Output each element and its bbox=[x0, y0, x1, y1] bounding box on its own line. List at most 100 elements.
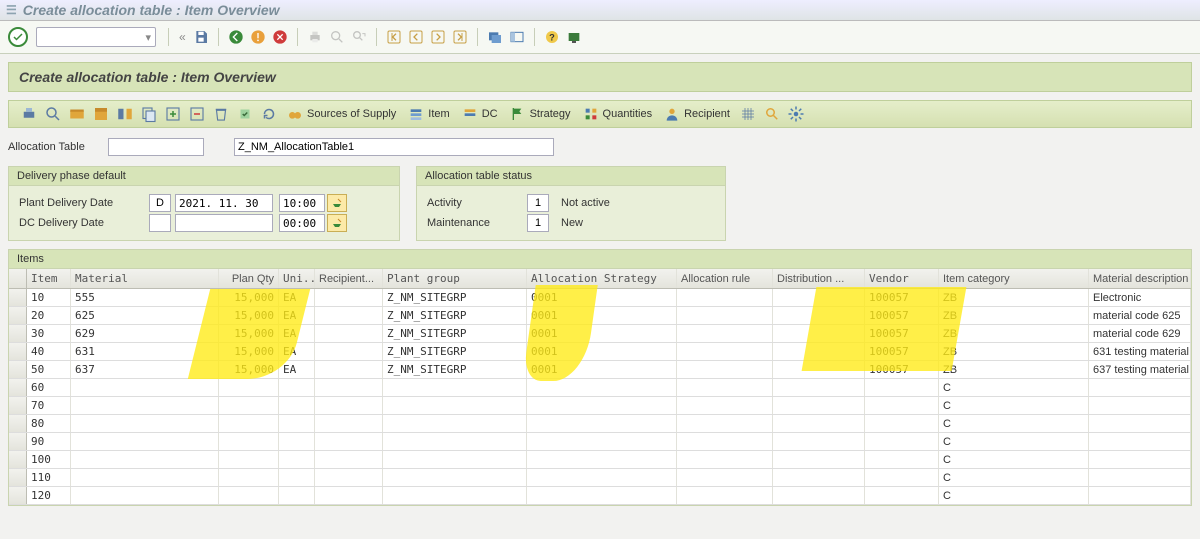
cell-materialdesc[interactable] bbox=[1089, 469, 1191, 486]
cell-recipient[interactable] bbox=[315, 325, 383, 342]
table-row[interactable]: 90C bbox=[9, 433, 1191, 451]
cell-itemcategory[interactable]: C bbox=[939, 487, 1089, 504]
col-material[interactable]: Material bbox=[71, 269, 219, 288]
trash-icon[interactable] bbox=[212, 105, 230, 123]
row-selector[interactable] bbox=[9, 415, 27, 432]
table-row[interactable]: 100 C bbox=[9, 451, 1191, 469]
cell-vendor[interactable]: 100057 bbox=[865, 289, 939, 306]
cancel-icon[interactable] bbox=[271, 28, 289, 46]
cell-item[interactable]: 100 bbox=[27, 451, 71, 468]
recipient-button[interactable]: Recipient bbox=[664, 106, 730, 122]
cell-itemcategory[interactable]: C bbox=[939, 451, 1089, 468]
display-icon[interactable] bbox=[44, 105, 62, 123]
cell-allocrule[interactable] bbox=[677, 487, 773, 504]
table-row[interactable]: 120C bbox=[9, 487, 1191, 505]
header-icon[interactable] bbox=[92, 105, 110, 123]
cell-materialdesc[interactable]: 631 testing material bbox=[1089, 343, 1191, 360]
cell-itemcategory[interactable]: ZB bbox=[939, 289, 1089, 306]
first-page-icon[interactable] bbox=[385, 28, 403, 46]
exit-icon[interactable] bbox=[249, 28, 267, 46]
cell-itemcategory[interactable]: ZB bbox=[939, 307, 1089, 324]
table-row[interactable]: 5063715,000EAZ_NM_SITEGRP0001100057ZB637… bbox=[9, 361, 1191, 379]
cell-vendor[interactable] bbox=[865, 415, 939, 432]
cell-planqty[interactable] bbox=[219, 415, 279, 432]
cell-item[interactable]: 80 bbox=[27, 415, 71, 432]
dc-time-input[interactable] bbox=[279, 214, 325, 232]
row-selector[interactable] bbox=[9, 307, 27, 324]
row-selector[interactable] bbox=[9, 343, 27, 360]
cell-plantgroup[interactable]: Z_NM_SITEGRP bbox=[383, 325, 527, 342]
cell-plantgroup[interactable]: Z_NM_SITEGRP bbox=[383, 289, 527, 306]
prev-page-icon[interactable] bbox=[407, 28, 425, 46]
cell-vendor[interactable]: 100057 bbox=[865, 325, 939, 342]
cell-item[interactable]: 90 bbox=[27, 433, 71, 450]
cell-vendor[interactable] bbox=[865, 433, 939, 450]
cell-unit[interactable] bbox=[279, 397, 315, 414]
cell-plantgroup[interactable]: Z_NM_SITEGRP bbox=[383, 343, 527, 360]
cell-material[interactable]: 637 bbox=[71, 361, 219, 378]
cell-unit[interactable]: EA bbox=[279, 361, 315, 378]
gui-settings-icon[interactable] bbox=[565, 28, 583, 46]
cell-planqty[interactable] bbox=[219, 397, 279, 414]
cell-planqty[interactable] bbox=[219, 469, 279, 486]
cell-material[interactable] bbox=[71, 415, 219, 432]
cell-material[interactable] bbox=[71, 379, 219, 396]
col-unit[interactable]: Uni... bbox=[279, 269, 315, 288]
cell-distribution[interactable] bbox=[773, 487, 865, 504]
cell-vendor[interactable] bbox=[865, 469, 939, 486]
cell-itemcategory[interactable]: C bbox=[939, 469, 1089, 486]
cell-allocrule[interactable] bbox=[677, 469, 773, 486]
generate-icon[interactable] bbox=[236, 105, 254, 123]
allocation-table-name-input[interactable] bbox=[234, 138, 554, 156]
cell-item[interactable]: 20 bbox=[27, 307, 71, 324]
cell-material[interactable] bbox=[71, 451, 219, 468]
row-selector[interactable] bbox=[9, 289, 27, 306]
cell-distribution[interactable] bbox=[773, 343, 865, 360]
cell-item[interactable]: 60 bbox=[27, 379, 71, 396]
cell-planqty[interactable] bbox=[219, 379, 279, 396]
cell-distribution[interactable] bbox=[773, 379, 865, 396]
cell-planqty[interactable] bbox=[219, 487, 279, 504]
layout-icon[interactable] bbox=[508, 28, 526, 46]
cell-materialdesc[interactable]: Electronic bbox=[1089, 289, 1191, 306]
cell-recipient[interactable] bbox=[315, 433, 383, 450]
cell-vendor[interactable]: 100057 bbox=[865, 361, 939, 378]
cell-unit[interactable] bbox=[279, 451, 315, 468]
cell-recipient[interactable] bbox=[315, 343, 383, 360]
items-grid[interactable]: Item Material Plan Qty Uni... Recipient.… bbox=[9, 269, 1191, 505]
plant-date-picker-button[interactable] bbox=[327, 194, 347, 212]
cell-allocrule[interactable] bbox=[677, 325, 773, 342]
cell-material[interactable]: 625 bbox=[71, 307, 219, 324]
table-row[interactable]: 3062915,000EAZ_NM_SITEGRP0001100057ZBmat… bbox=[9, 325, 1191, 343]
cell-allocstrategy[interactable]: 0001 bbox=[527, 307, 677, 324]
cell-allocstrategy[interactable] bbox=[527, 379, 677, 396]
search-grid-icon[interactable] bbox=[763, 105, 781, 123]
cell-material[interactable]: 629 bbox=[71, 325, 219, 342]
cell-unit[interactable]: EA bbox=[279, 289, 315, 306]
row-selector[interactable] bbox=[9, 487, 27, 504]
cell-recipient[interactable] bbox=[315, 451, 383, 468]
cell-vendor[interactable] bbox=[865, 397, 939, 414]
cell-materialdesc[interactable]: material code 625 bbox=[1089, 307, 1191, 324]
cell-distribution[interactable] bbox=[773, 325, 865, 342]
cell-materialdesc[interactable] bbox=[1089, 397, 1191, 414]
cell-material[interactable]: 555 bbox=[71, 289, 219, 306]
row-selector[interactable] bbox=[9, 379, 27, 396]
cell-plantgroup[interactable] bbox=[383, 379, 527, 396]
cell-plantgroup[interactable]: Z_NM_SITEGRP bbox=[383, 361, 527, 378]
next-page-icon[interactable] bbox=[429, 28, 447, 46]
plant-time-input[interactable] bbox=[279, 194, 325, 212]
cell-recipient[interactable] bbox=[315, 361, 383, 378]
cell-allocstrategy[interactable]: 0001 bbox=[527, 289, 677, 306]
cell-planqty[interactable]: 15,000 bbox=[219, 307, 279, 324]
cell-material[interactable]: 631 bbox=[71, 343, 219, 360]
cell-allocrule[interactable] bbox=[677, 289, 773, 306]
cell-vendor[interactable]: 100057 bbox=[865, 307, 939, 324]
find-next-icon[interactable] bbox=[350, 28, 368, 46]
cell-distribution[interactable] bbox=[773, 469, 865, 486]
cell-plantgroup[interactable] bbox=[383, 397, 527, 414]
table-row[interactable]: 2062515,000EAZ_NM_SITEGRP0001100057ZBmat… bbox=[9, 307, 1191, 325]
row-selector[interactable] bbox=[9, 451, 27, 468]
cell-unit[interactable] bbox=[279, 415, 315, 432]
cell-allocstrategy[interactable] bbox=[527, 415, 677, 432]
